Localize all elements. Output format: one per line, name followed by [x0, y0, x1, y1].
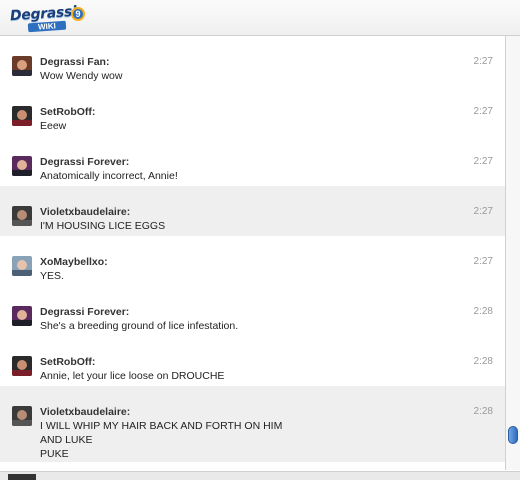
- user-avatar[interactable]: [12, 156, 32, 176]
- chat-message: XoMaybellxo: 2:27 YES.: [0, 236, 505, 286]
- chat-log[interactable]: Degrassi Fan: 2:27 Wow Wendy wow SetRobO…: [0, 36, 506, 470]
- message-text: Annie, let your lice loose on DROUCHE: [40, 370, 225, 382]
- message-line: AND LUKE: [40, 434, 93, 446]
- scrollbar-thumb[interactable]: [508, 426, 518, 444]
- message-text: Anatomically incorrect, Annie!: [40, 170, 178, 182]
- message-timestamp: 2:27: [473, 106, 493, 117]
- chat-scrollbar[interactable]: [506, 36, 520, 470]
- message-username[interactable]: SetRobOff:: [40, 106, 95, 118]
- message-text: She's a breeding ground of lice infestat…: [40, 320, 239, 332]
- message-username[interactable]: SetRobOff:: [40, 356, 95, 368]
- chat-message: Degrassi Fan: 2:27 Wow Wendy wow: [0, 36, 505, 86]
- message-timestamp: 2:27: [473, 206, 493, 217]
- user-avatar[interactable]: [12, 56, 32, 76]
- message-username[interactable]: XoMaybellxo:: [40, 256, 108, 268]
- user-avatar[interactable]: [12, 356, 32, 376]
- user-avatar[interactable]: [12, 406, 32, 426]
- chat-message: SetRobOff: 2:27 Eeew: [0, 86, 505, 136]
- message-username[interactable]: Degrassi Fan:: [40, 56, 109, 68]
- message-line: PUKE: [40, 448, 69, 460]
- message-timestamp: 2:27: [473, 56, 493, 67]
- message-timestamp: 2:28: [473, 306, 493, 317]
- message-line: I WILL WHIP MY HAIR BACK AND FORTH ON HI…: [40, 420, 283, 432]
- user-avatar[interactable]: [12, 256, 32, 276]
- message-timestamp: 2:27: [473, 156, 493, 167]
- message-timestamp: 2:28: [473, 406, 493, 417]
- message-text: I'M HOUSING LICE EGGS: [40, 220, 166, 232]
- chat-message: Degrassi Forever: 2:27 Anatomically inco…: [0, 136, 505, 186]
- chat-message: Violetxbaudelaire: 2:28 I WILL WHIP MY H…: [0, 386, 505, 462]
- self-avatar: [8, 474, 36, 480]
- user-avatar[interactable]: [12, 306, 32, 326]
- user-avatar[interactable]: [12, 106, 32, 126]
- degrassi-wiki-logo[interactable]: Degrassi 9 WIKI: [10, 4, 85, 33]
- message-username[interactable]: Violetxbaudelaire:: [40, 206, 130, 218]
- message-text: Eeew: [40, 120, 67, 132]
- top-bar: Degrassi 9 WIKI: [0, 0, 520, 36]
- message-list: Degrassi Fan: 2:27 Wow Wendy wow SetRobO…: [0, 36, 505, 462]
- message-timestamp: 2:28: [473, 356, 493, 367]
- chat-message: Violetxbaudelaire: 2:27 I'M HOUSING LICE…: [0, 186, 505, 236]
- message-username[interactable]: Degrassi Forever:: [40, 156, 129, 168]
- user-avatar[interactable]: [12, 206, 32, 226]
- chat-message: SetRobOff: 2:28 Annie, let your lice loo…: [0, 336, 505, 386]
- message-username[interactable]: Degrassi Forever:: [40, 306, 129, 318]
- logo-badge: 9: [71, 7, 85, 21]
- chat-message: Degrassi Forever: 2:28 She's a breeding …: [0, 286, 505, 336]
- message-username[interactable]: Violetxbaudelaire:: [40, 406, 130, 418]
- message-text: I WILL WHIP MY HAIR BACK AND FORTH ON HI…: [40, 419, 282, 461]
- logo-wiki-label: WIKI: [27, 20, 67, 33]
- message-text: Wow Wendy wow: [40, 70, 123, 82]
- message-timestamp: 2:27: [473, 256, 493, 267]
- message-text: YES.: [40, 270, 64, 282]
